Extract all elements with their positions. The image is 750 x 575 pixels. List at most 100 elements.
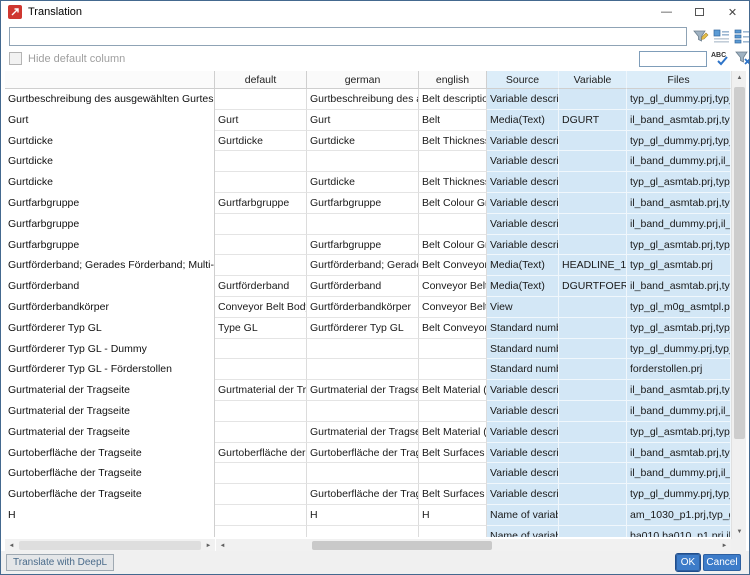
cell-files[interactable]: il_band_asmtab.prj,typ_gl_a... (627, 193, 731, 214)
cell-source[interactable]: Variable descrip... (487, 380, 559, 401)
cell-german[interactable]: Gurtförderer Typ GL (307, 318, 419, 339)
list-view-icon[interactable] (713, 28, 730, 45)
cell-german[interactable]: Gurtoberfläche der Tragseite (307, 443, 419, 464)
cell-files[interactable]: il_band_dummy.prj,il_band_... (627, 401, 731, 422)
cell-german[interactable]: H (307, 505, 419, 526)
cell-files[interactable]: typ_gl_dummy.prj,typ_gl_gu... (627, 484, 731, 505)
cell-files[interactable]: il_band_asmtab.prj,typ_gl_a... (627, 110, 731, 131)
cell-source[interactable]: Media(Text) (487, 110, 559, 131)
row-label[interactable]: Gurtoberfläche der Tragseite (5, 463, 214, 484)
cell-files[interactable]: typ_gl_asmtab.prj,typ_gl_gu... (627, 235, 731, 256)
cell-source[interactable]: Variable descrip... (487, 193, 559, 214)
row-label[interactable]: Gurtfarbgruppe (5, 214, 214, 235)
cell-default[interactable]: Gurtförderband (215, 276, 307, 297)
grid-scroll-thumb[interactable] (312, 541, 492, 550)
cell-source[interactable]: Standard number (487, 339, 559, 360)
cell-files[interactable]: typ_gl_asmtab.prj,typ_gl_as... (627, 318, 731, 339)
cell-english[interactable]: Belt description... (419, 89, 487, 110)
cell-english[interactable] (419, 151, 487, 172)
cell-default[interactable] (215, 401, 307, 422)
cell-files[interactable]: il_band_asmtab.prj,typ_gl_a... (627, 276, 731, 297)
row-label[interactable]: Gurtförderband; Gerades Förderband; Mult… (5, 255, 214, 276)
cell-source[interactable]: Name of variable (487, 505, 559, 526)
cell-german[interactable] (307, 339, 419, 360)
row-label[interactable]: Gurtmaterial der Tragseite (5, 380, 214, 401)
cell-variable[interactable] (559, 151, 627, 172)
cell-source[interactable]: Variable descrip... (487, 214, 559, 235)
list-sort-icon[interactable] (734, 28, 750, 45)
cell-english[interactable]: Belt Conveyor T... (419, 318, 487, 339)
cell-variable[interactable] (559, 422, 627, 443)
row-label[interactable]: Gurt (5, 110, 214, 131)
cell-default[interactable] (215, 255, 307, 276)
cell-default[interactable] (215, 172, 307, 193)
column-header-source[interactable]: Source (487, 71, 559, 89)
cell-source[interactable]: Variable descrip... (487, 443, 559, 464)
cell-german[interactable]: Gurtmaterial der Tragseite (307, 380, 419, 401)
cell-english[interactable] (419, 526, 487, 537)
cell-english[interactable]: Belt Thickness (419, 172, 487, 193)
cell-variable[interactable]: DGURT (559, 110, 627, 131)
column-header-files[interactable]: Files (627, 71, 731, 89)
cell-german[interactable]: Gurtförderbandkörper (307, 297, 419, 318)
scroll-down-button[interactable]: ▼ (732, 525, 747, 539)
cell-default[interactable] (215, 214, 307, 235)
cell-source[interactable]: Media(Text) (487, 255, 559, 276)
row-label[interactable]: Gurtmaterial der Tragseite (5, 401, 214, 422)
cell-german[interactable]: Gurt (307, 110, 419, 131)
cell-german[interactable]: Gurtdicke (307, 131, 419, 152)
cell-source[interactable]: Variable descrip... (487, 422, 559, 443)
row-label[interactable]: H (5, 505, 214, 526)
cell-variable[interactable]: DGURTFOERDE... (559, 276, 627, 297)
cell-german[interactable]: Gurtoberfläche der Tragseite (307, 484, 419, 505)
cell-english[interactable]: Belt Surfaces (419, 443, 487, 464)
cell-variable[interactable] (559, 318, 627, 339)
cell-default[interactable]: Gurtoberfläche der Tra... (215, 443, 307, 464)
cell-english[interactable]: Belt Conveyors;... (419, 255, 487, 276)
cell-default[interactable]: Gurtdicke (215, 131, 307, 152)
row-label[interactable]: Gurtdicke (5, 131, 214, 152)
cell-variable[interactable] (559, 484, 627, 505)
row-label[interactable]: Gurtmaterial der Tragseite (5, 422, 214, 443)
row-label[interactable]: Gurtbeschreibung des ausgewählten Gurtes (5, 89, 214, 110)
cell-files[interactable]: typ_gl_asmtab.prj,typ_gl_g... (627, 172, 731, 193)
cell-german[interactable]: Gurtfarbgruppe (307, 193, 419, 214)
cell-default[interactable] (215, 526, 307, 537)
cell-default[interactable]: Gurtfarbgruppe (215, 193, 307, 214)
cell-variable[interactable] (559, 89, 627, 110)
translate-with-deepl-button[interactable]: Translate with DeepL (6, 554, 114, 571)
cell-source[interactable]: Variable descrip... (487, 401, 559, 422)
row-label[interactable]: Gurtdicke (5, 151, 214, 172)
cell-files[interactable]: typ_gl_asmtab.prj (627, 255, 731, 276)
cell-english[interactable]: Belt Surfaces (419, 484, 487, 505)
cell-default[interactable]: Gurtmaterial der Trags... (215, 380, 307, 401)
maximize-button[interactable] (683, 1, 716, 23)
cell-default[interactable] (215, 89, 307, 110)
cell-variable[interactable] (559, 193, 627, 214)
row-label[interactable]: Gurtförderbandkörper (5, 297, 214, 318)
hide-default-checkbox[interactable] (9, 52, 22, 65)
cell-default[interactable] (215, 151, 307, 172)
cell-english[interactable]: Conveyor Belt (419, 276, 487, 297)
row-label[interactable]: Gurtförderer Typ GL (5, 318, 214, 339)
cell-files[interactable]: ba010,ba010_p1.prj,il_band... (627, 526, 731, 537)
cancel-button[interactable]: Cancel (703, 554, 741, 571)
cell-source[interactable]: Variable descrip... (487, 484, 559, 505)
cell-english[interactable] (419, 359, 487, 380)
cell-source[interactable]: Standard number (487, 359, 559, 380)
cell-english[interactable]: Belt Thickness (419, 131, 487, 152)
search-input[interactable] (639, 51, 707, 67)
cell-variable[interactable]: HEADLINE_1 (559, 255, 627, 276)
cell-variable[interactable] (559, 172, 627, 193)
cell-source[interactable]: Variable descrip... (487, 151, 559, 172)
cell-files[interactable]: il_band_dummy.prj,il_band_... (627, 151, 731, 172)
cell-german[interactable] (307, 359, 419, 380)
cell-german[interactable]: Gurtdicke (307, 172, 419, 193)
cell-default[interactable] (215, 339, 307, 360)
cell-german[interactable] (307, 526, 419, 537)
cell-german[interactable] (307, 214, 419, 235)
cell-german[interactable]: Gurtmaterial der Tragseite (307, 422, 419, 443)
cell-german[interactable]: Gurtförderband; Gerades F... (307, 255, 419, 276)
row-label[interactable]: Gurtoberfläche der Tragseite (5, 484, 214, 505)
cell-default[interactable] (215, 463, 307, 484)
